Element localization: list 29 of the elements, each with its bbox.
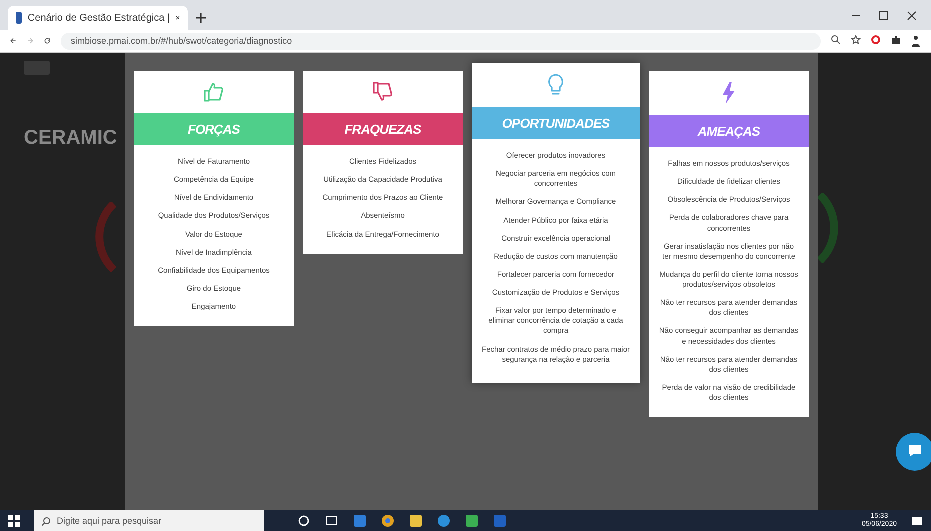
circle-icon[interactable]: [298, 515, 310, 527]
browser-icon[interactable]: [382, 515, 394, 527]
card-header: OPORTUNIDADES: [472, 107, 640, 139]
chat-button[interactable]: [896, 433, 931, 471]
page-title: CERAMIC: [24, 127, 118, 150]
figure-icon[interactable]: [911, 35, 921, 47]
card-header: AMEAÇAS: [649, 115, 809, 147]
zoom-icon[interactable]: [831, 35, 841, 45]
gauge-drawing: [94, 202, 116, 272]
taskbar-search-field[interactable]: Digite aqui para pesquisar: [34, 510, 264, 531]
search-icon: [42, 516, 51, 526]
card-header: FORÇAS: [134, 113, 294, 145]
browser-tab[interactable]: Cenário de Gestão Estratégica |: [8, 6, 188, 30]
thumbs-down-icon: [372, 81, 394, 103]
app-icon[interactable]: [438, 515, 450, 527]
windows-start-icon[interactable]: [8, 515, 20, 527]
site-icon: [16, 12, 22, 24]
restore-icon[interactable]: [879, 11, 889, 21]
close-icon[interactable]: [907, 11, 917, 21]
address-bar[interactable]: simbiose.pmai.com.br/#/hub/swot/categoria/diagnostico: [61, 32, 821, 50]
thumbs-up-icon: [203, 81, 225, 103]
lightning-bolt-icon: [721, 81, 737, 105]
close-icon[interactable]: [176, 14, 180, 22]
task-view-icon[interactable]: [326, 515, 338, 527]
card-header: FRAQUEZAS: [303, 113, 463, 145]
gauge-drawing: [818, 193, 840, 263]
star-icon[interactable]: [851, 35, 861, 45]
ring-icon[interactable]: [871, 35, 881, 45]
new-tab-icon[interactable]: [194, 11, 208, 25]
